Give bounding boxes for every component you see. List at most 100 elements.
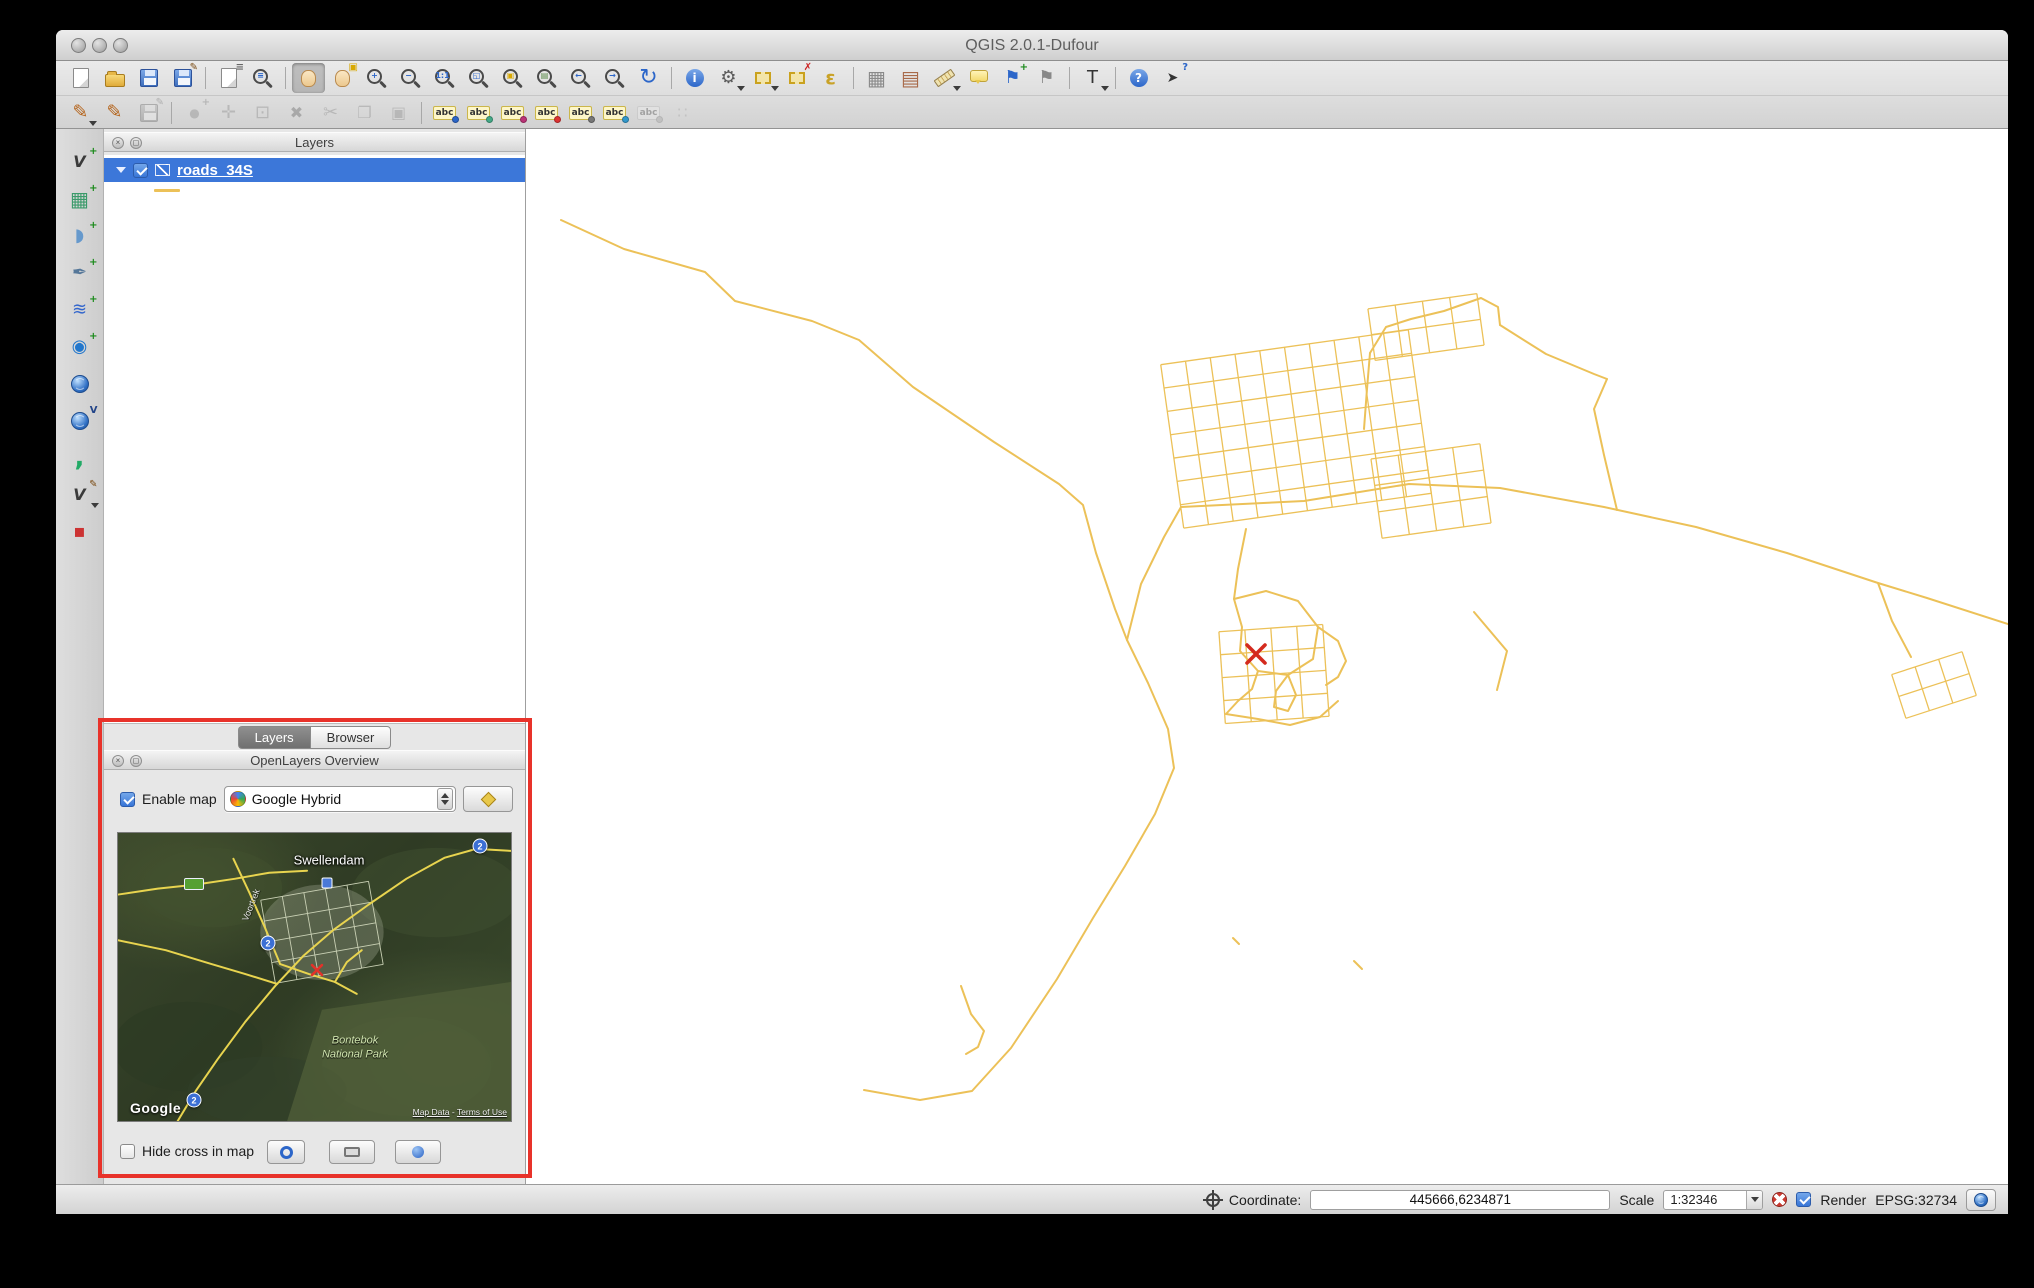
tab-browser[interactable]: Browser xyxy=(310,726,392,749)
select-features-icon[interactable] xyxy=(746,63,779,93)
add-postgis-layer-icon[interactable]: ◗+ xyxy=(61,221,99,251)
crs-label: EPSG:32734 xyxy=(1875,1192,1957,1208)
mouse-position-icon[interactable] xyxy=(1206,1193,1220,1207)
add-wcs-layer-icon[interactable]: V xyxy=(61,406,99,436)
measure-line-icon[interactable] xyxy=(928,63,961,93)
current-edits-icon[interactable]: ✎ xyxy=(64,98,97,128)
map-type-value: Google Hybrid xyxy=(252,791,431,807)
refresh-map-icon[interactable]: ↻ xyxy=(632,63,665,93)
poi-marker-icon xyxy=(322,878,333,889)
enable-map-checkbox[interactable] xyxy=(120,792,135,807)
add-spatialite-layer-icon[interactable]: ✒+ xyxy=(61,258,99,288)
status-bar: Coordinate: Scale 1:32346 Render EPSG:32… xyxy=(56,1184,2008,1214)
new-bookmark-icon[interactable]: ⚑+ xyxy=(996,63,1029,93)
map-canvas[interactable] xyxy=(526,129,2008,1184)
zoom-button[interactable] xyxy=(113,38,128,53)
field-calculator-icon[interactable]: ▤ xyxy=(894,63,927,93)
zoom-to-layer-icon[interactable]: ▤ xyxy=(530,63,563,93)
scale-combo[interactable]: 1:32346 xyxy=(1663,1190,1763,1210)
hide-cross-row: Hide cross in map xyxy=(120,1143,254,1159)
whats-this-icon[interactable]: ➤? xyxy=(1156,63,1189,93)
combo-stepper-icon[interactable] xyxy=(437,788,453,810)
new-print-composer-icon[interactable]: ≡ xyxy=(212,63,245,93)
tab-layers[interactable]: Layers xyxy=(238,726,310,749)
layer-item[interactable]: roads_34S xyxy=(104,158,525,182)
qgis-window: QGIS 2.0.1-Dufour ✎≡≡▣+−1:1◱▣▤←→↻i⚙✗ε▦▤⚑… xyxy=(56,30,2008,1214)
dock-float-icon[interactable]: ◻ xyxy=(130,755,142,767)
map-tips-icon[interactable] xyxy=(962,63,995,93)
route-shield-icon: 2 xyxy=(187,1093,202,1108)
zoom-last-icon[interactable]: ← xyxy=(564,63,597,93)
remove-layer-icon[interactable]: ▪ xyxy=(61,517,99,547)
zoom-full-icon[interactable]: ◱ xyxy=(462,63,495,93)
layers-panel: roads_34S xyxy=(104,155,525,724)
dock-close-icon[interactable]: × xyxy=(112,755,124,767)
labeling-icon[interactable]: abc xyxy=(428,98,461,128)
add-delimited-text-layer-icon[interactable]: , xyxy=(61,443,99,473)
save-project-icon[interactable] xyxy=(132,63,165,93)
identify-features-icon[interactable]: i xyxy=(678,63,711,93)
dock-float-icon[interactable]: ◻ xyxy=(130,137,142,149)
layer-checkbox[interactable] xyxy=(133,163,148,178)
text-annotation-icon[interactable]: T xyxy=(1076,63,1109,93)
show-bookmarks-icon[interactable]: ⚑ xyxy=(1030,63,1063,93)
layers-panel-title: Layers xyxy=(104,133,525,152)
minimap-attribution[interactable]: Map Data - Terms of Use xyxy=(413,1107,507,1117)
add-vector-layer-icon[interactable]: V+ xyxy=(61,147,99,177)
new-shapefile-layer-icon[interactable]: V✎ xyxy=(61,480,99,510)
layer-name: roads_34S xyxy=(177,162,253,179)
new-project-icon[interactable] xyxy=(64,63,97,93)
dock-tabs: Layers Browser xyxy=(104,725,525,749)
pan-map-icon[interactable] xyxy=(292,63,325,93)
zoom-next-icon[interactable]: → xyxy=(598,63,631,93)
run-feature-action-icon[interactable]: ⚙ xyxy=(712,63,745,93)
help-contents-icon[interactable]: ? xyxy=(1122,63,1155,93)
close-button[interactable] xyxy=(71,38,86,53)
overview-refresh-button[interactable] xyxy=(267,1140,305,1164)
overview-center-button[interactable] xyxy=(395,1140,441,1164)
add-raster-layer-icon[interactable]: ▦+ xyxy=(61,184,99,214)
stop-rendering-icon[interactable] xyxy=(1772,1192,1787,1207)
label-change-icon[interactable]: abc xyxy=(598,98,631,128)
zoom-actual-icon[interactable]: 1:1 xyxy=(428,63,461,93)
route-shield-icon: 2 xyxy=(261,936,276,951)
hide-cross-checkbox[interactable] xyxy=(120,1144,135,1159)
label-pin-icon[interactable]: abc xyxy=(530,98,563,128)
label-properties-icon: abc xyxy=(632,98,665,128)
save-project-as-icon[interactable]: ✎ xyxy=(166,63,199,93)
add-openlayers-layer-button[interactable] xyxy=(463,786,513,812)
label-rotate-icon[interactable]: abc xyxy=(496,98,529,128)
label-show-hide-icon[interactable]: abc xyxy=(564,98,597,128)
map-type-select[interactable]: Google Hybrid xyxy=(224,786,456,812)
zoom-out-icon[interactable]: − xyxy=(394,63,427,93)
add-oracle-layer-icon[interactable]: ◉+ xyxy=(61,332,99,362)
scale-label: Scale xyxy=(1619,1192,1654,1208)
zoom-to-selection-icon[interactable]: ▣ xyxy=(496,63,529,93)
overview-extent-button[interactable] xyxy=(329,1140,375,1164)
zoom-in-icon[interactable]: + xyxy=(360,63,393,93)
toolbar-area: ✎≡≡▣+−1:1◱▣▤←→↻i⚙✗ε▦▤⚑+⚑T?➤? ✎✎✎●+✛⊡✖✂❐▣… xyxy=(56,61,2008,129)
layers-panel-header: × ◻ Layers xyxy=(104,132,525,152)
coordinate-input[interactable] xyxy=(1310,1190,1610,1210)
render-checkbox[interactable] xyxy=(1796,1192,1811,1207)
render-label: Render xyxy=(1820,1192,1866,1208)
add-mssql-layer-icon[interactable]: ≋+ xyxy=(61,295,99,325)
label-move-icon[interactable]: abc xyxy=(462,98,495,128)
vector-layer-icon xyxy=(155,164,170,176)
open-attribute-table-icon[interactable]: ▦ xyxy=(860,63,893,93)
composer-manager-icon[interactable]: ≡ xyxy=(246,63,279,93)
minimize-button[interactable] xyxy=(92,38,107,53)
dropdown-arrow-icon[interactable] xyxy=(1746,1191,1762,1209)
crs-status-button[interactable] xyxy=(1966,1189,1996,1211)
select-by-expression-icon[interactable]: ε xyxy=(814,63,847,93)
route-shield-green-icon xyxy=(184,878,204,890)
add-wms-layer-icon[interactable] xyxy=(61,369,99,399)
pan-to-selection-icon[interactable]: ▣ xyxy=(326,63,359,93)
toggle-editing-icon[interactable]: ✎ xyxy=(98,98,131,128)
deselect-features-icon[interactable]: ✗ xyxy=(780,63,813,93)
dock-close-icon[interactable]: × xyxy=(112,137,124,149)
open-project-icon[interactable] xyxy=(98,63,131,93)
google-logo: Google xyxy=(130,1100,181,1116)
overview-map[interactable]: Swellendam Voortrek 2 2 2 Bontebok Natio… xyxy=(117,832,512,1122)
expand-caret-icon[interactable] xyxy=(116,167,126,173)
